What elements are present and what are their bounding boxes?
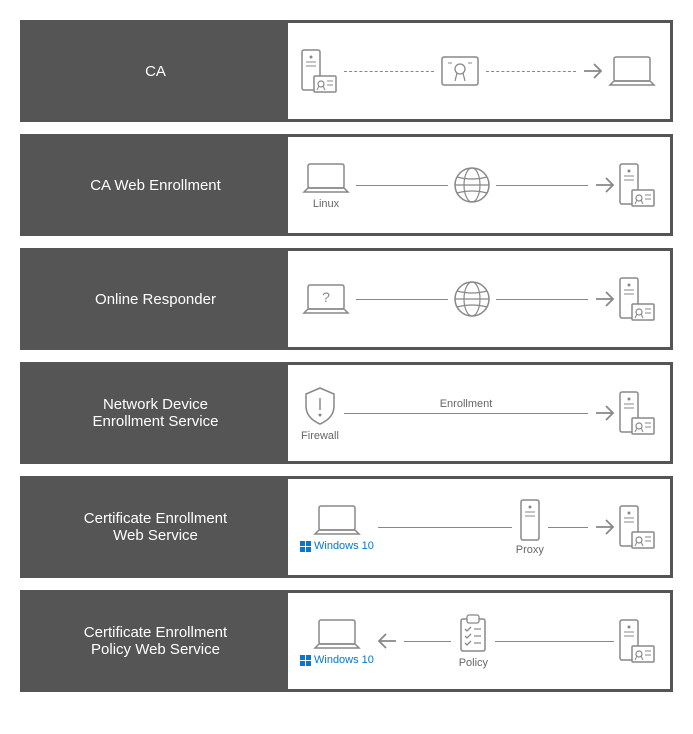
row-label: Online Responder — [23, 251, 288, 347]
connector-solid — [404, 641, 451, 642]
proxy-server-icon: Proxy — [516, 498, 544, 556]
label-text: CA — [145, 63, 166, 80]
row-content: Windows 10 Proxy — [288, 479, 670, 575]
connector-label: Enrollment — [440, 398, 493, 410]
server-cert-icon — [618, 390, 658, 436]
connector-dashed — [486, 71, 576, 72]
connector-solid — [495, 641, 614, 642]
row-label: Certificate Enrollment Web Service — [23, 479, 288, 575]
label-text: CA Web Enrollment — [90, 177, 221, 194]
row-label: Certificate Enrollment Policy Web Servic… — [23, 593, 288, 689]
server-cert-icon — [300, 48, 340, 94]
server-cert-icon — [618, 504, 658, 550]
label-text: Online Responder — [95, 291, 216, 308]
row-online-responder: Online Responder — [20, 248, 673, 350]
caption-linux: Linux — [313, 198, 339, 210]
row-cepws: Certificate Enrollment Policy Web Servic… — [20, 590, 673, 692]
connector-solid — [496, 185, 588, 186]
globe-icon — [452, 279, 492, 319]
firewall-shield-icon: Firewall — [300, 384, 340, 442]
laptop-icon: Windows 10 — [300, 616, 374, 666]
caption-firewall: Firewall — [301, 430, 339, 442]
windows-logo-icon — [300, 541, 311, 552]
label-text: Network Device Enrollment Service — [93, 396, 219, 430]
connector-enrollment: Enrollment — [344, 413, 588, 414]
row-label: Network Device Enrollment Service — [23, 365, 288, 461]
row-content — [288, 23, 670, 119]
label-text: Certificate Enrollment Policy Web Servic… — [84, 624, 227, 658]
globe-icon — [452, 165, 492, 205]
connector-solid — [496, 299, 588, 300]
arrow-right-icon — [592, 286, 618, 312]
certificate-icon — [438, 53, 482, 89]
caption-windows10: Windows 10 — [300, 540, 374, 552]
arrow-right-icon — [592, 172, 618, 198]
caption-proxy: Proxy — [516, 544, 544, 556]
caption-policy: Policy — [459, 657, 488, 669]
connector-solid — [378, 527, 512, 528]
server-cert-icon — [618, 162, 658, 208]
arrow-right-icon — [580, 58, 606, 84]
laptop-icon: Linux — [300, 160, 352, 210]
laptop-question-icon — [300, 281, 352, 317]
server-cert-icon — [618, 276, 658, 322]
connector-solid — [356, 299, 448, 300]
label-text: Certificate Enrollment Web Service — [84, 510, 227, 544]
arrow-right-icon — [592, 514, 618, 540]
connector-dashed — [344, 71, 434, 72]
caption-windows10: Windows 10 — [300, 654, 374, 666]
connector-solid — [356, 185, 448, 186]
arrow-left-icon — [374, 628, 400, 654]
laptop-icon: Windows 10 — [300, 502, 374, 552]
row-content: Firewall Enrollment — [288, 365, 670, 461]
arrow-right-icon — [592, 400, 618, 426]
row-label: CA Web Enrollment — [23, 137, 288, 233]
row-cews: Certificate Enrollment Web Service Windo… — [20, 476, 673, 578]
row-content: Windows 10 Policy — [288, 593, 670, 689]
row-label: CA — [23, 23, 288, 119]
windows-logo-icon — [300, 655, 311, 666]
row-ca: CA — [20, 20, 673, 122]
row-ca-web-enrollment: CA Web Enrollment Linux — [20, 134, 673, 236]
laptop-icon — [606, 53, 658, 89]
row-content — [288, 251, 670, 347]
policy-clipboard-icon: Policy — [455, 613, 491, 669]
row-ndes: Network Device Enrollment Service Firewa… — [20, 362, 673, 464]
server-cert-icon — [618, 618, 658, 664]
connector-solid — [548, 527, 588, 528]
row-content: Linux — [288, 137, 670, 233]
